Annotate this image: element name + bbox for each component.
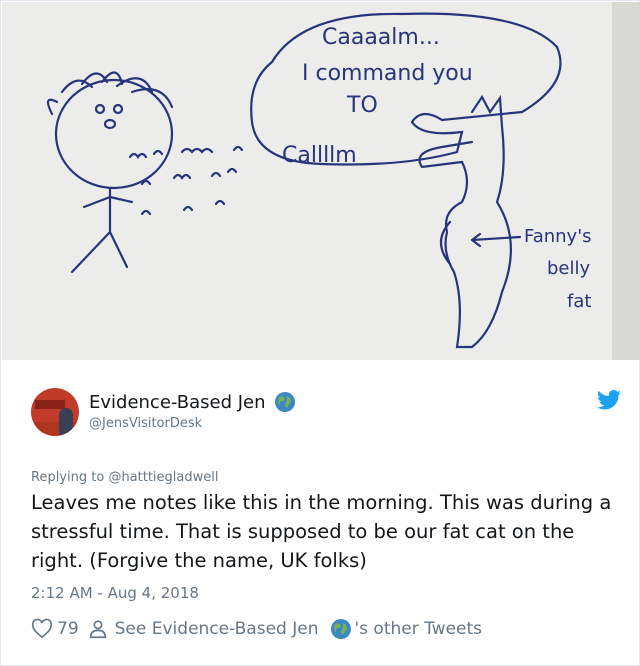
author-handle[interactable]: @JensVisitorDesk xyxy=(89,416,202,431)
note-text-calm: Caaaalm... xyxy=(322,25,440,50)
tweet-photo[interactable]: Caaaalm... I command you TO Callllm Fann… xyxy=(2,2,640,360)
twitter-bird-icon[interactable] xyxy=(597,390,621,410)
tweet-header: Evidence-Based Jen @JensVisitorDesk xyxy=(31,386,621,442)
note-text-to: TO xyxy=(346,93,378,118)
other-tweets-link[interactable]: 's other Tweets xyxy=(354,619,482,639)
replying-to-link[interactable]: @hatttiegladwell xyxy=(108,470,218,485)
note-label-fannys: Fanny's xyxy=(524,226,592,247)
note-label-belly: belly xyxy=(547,258,591,279)
avatar[interactable] xyxy=(31,388,79,436)
replying-prefix: Replying to xyxy=(31,470,105,485)
author-display-name[interactable]: Evidence-Based Jen xyxy=(89,392,266,413)
note-label-fat: fat xyxy=(567,291,591,312)
see-profile-link[interactable]: See Evidence-Based Jen xyxy=(115,619,319,639)
note-text-command: I command you xyxy=(302,61,473,86)
person-icon xyxy=(89,620,106,639)
like-count: 79 xyxy=(57,619,79,639)
author-name-row: Evidence-Based Jen xyxy=(89,390,296,414)
replying-to: Replying to @hatttiegladwell xyxy=(31,470,218,485)
whiteboard-drawing: Caaaalm... I command you TO Callllm Fann… xyxy=(2,2,640,360)
tweet-text: Leaves me notes like this in the morning… xyxy=(31,491,612,572)
heart-icon[interactable] xyxy=(31,618,53,640)
tweet-actions: 79 See Evidence-Based Jen 's other Tweet… xyxy=(31,615,482,643)
globe-icon xyxy=(274,392,295,412)
globe-icon xyxy=(331,619,352,639)
tweet-timestamp[interactable]: 2:12 AM - Aug 4, 2018 xyxy=(31,584,199,602)
note-text-callllm: Callllm xyxy=(282,143,357,168)
tweet-card: Caaaalm... I command you TO Callllm Fann… xyxy=(0,0,640,666)
